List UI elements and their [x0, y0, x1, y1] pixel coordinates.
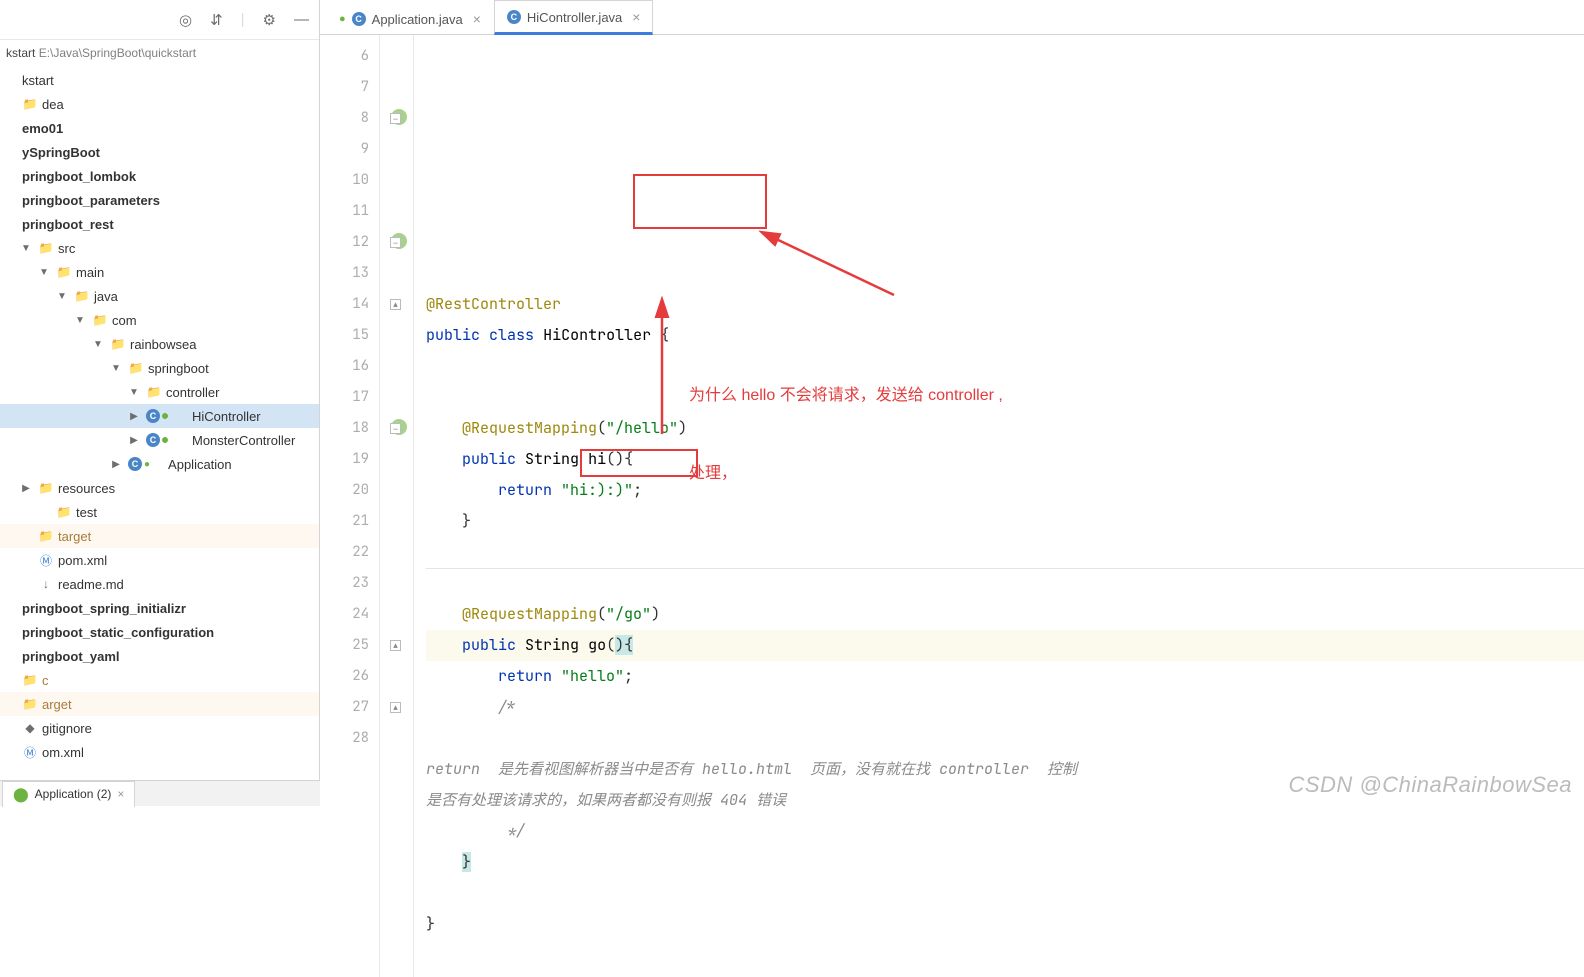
expand-all-icon[interactable]: ⇵: [210, 11, 223, 29]
hide-icon[interactable]: —: [294, 11, 309, 28]
tree-item-readme-md[interactable]: ↓readme.md: [0, 572, 319, 596]
editor-tabs: ●CApplication.java×CHiController.java×: [320, 0, 1584, 35]
gutter-icons: − − ▴ − ▴ ▴: [380, 35, 414, 977]
tree-item-springboot[interactable]: ▼📁springboot: [0, 356, 319, 380]
gear-icon[interactable]: ⚙: [263, 11, 276, 29]
divider: |: [241, 11, 245, 28]
tree-item-java[interactable]: ▼📁java: [0, 284, 319, 308]
spring-leaf-icon: ⬤: [13, 786, 29, 803]
redbox-hello-string: [633, 174, 767, 229]
tree-item-monstercontroller[interactable]: ▶CMonsterController: [0, 428, 319, 452]
tab-application-java[interactable]: ●CApplication.java×: [326, 2, 494, 34]
tree-item-pringboot-static-configuration[interactable]: pringboot_static_configuration: [0, 620, 319, 644]
tab-hicontroller-java[interactable]: CHiController.java×: [494, 0, 654, 35]
editor-area: ●CApplication.java×CHiController.java× 6…: [320, 0, 1584, 806]
tree-item-target[interactable]: 📁target: [0, 524, 319, 548]
code-line-17[interactable]: @RequestMapping("/go"): [426, 599, 1584, 630]
code-content[interactable]: 为什么 hello 不会将请求，发送给 controller , 处理， @Re…: [414, 35, 1584, 977]
code-line-11[interactable]: @RequestMapping("/hello"): [426, 413, 1584, 444]
tree-item-om-xml[interactable]: Ⓜom.xml: [0, 740, 319, 764]
code-line-7[interactable]: @RestController: [426, 289, 1584, 320]
tree-item-c[interactable]: 📁c: [0, 668, 319, 692]
code-line-18[interactable]: public String go(){: [426, 630, 1584, 661]
sidebar-toolbar: ◎ ⇵ | ⚙ —: [0, 0, 319, 40]
code-line-16[interactable]: [426, 568, 1584, 599]
code-line-23[interactable]: 是否有处理该请求的，如果两者都没有则报 404 错误: [426, 785, 1584, 816]
bottom-tab-application[interactable]: ⬤ Application (2) ×: [2, 781, 135, 807]
code-line-20[interactable]: /*: [426, 692, 1584, 723]
tree-item-emo01[interactable]: emo01: [0, 116, 319, 140]
code-line-27[interactable]: }: [426, 909, 1584, 940]
code-line-15[interactable]: [426, 537, 1584, 568]
tree-item-kstart[interactable]: kstart: [0, 68, 319, 92]
code-line-19[interactable]: return "hello";: [426, 661, 1584, 692]
fold-icon[interactable]: −: [390, 113, 401, 124]
tree-item-test[interactable]: 📁test: [0, 500, 319, 524]
tree-item-application[interactable]: ▶C●Application: [0, 452, 319, 476]
tree-item-pringboot-yaml[interactable]: pringboot_yaml: [0, 644, 319, 668]
project-tree[interactable]: kstart📁deaemo01ySpringBootpringboot_lomb…: [0, 66, 319, 806]
tree-item-main[interactable]: ▼📁main: [0, 260, 319, 284]
code-line-13[interactable]: return "hi:):)";: [426, 475, 1584, 506]
tree-item-src[interactable]: ▼📁src: [0, 236, 319, 260]
fold-icon[interactable]: ▴: [390, 702, 401, 713]
code-line-21[interactable]: [426, 723, 1584, 754]
tree-item-arget[interactable]: 📁arget: [0, 692, 319, 716]
close-icon[interactable]: ×: [632, 9, 640, 25]
fold-icon[interactable]: −: [390, 237, 401, 248]
code-line-26[interactable]: [426, 878, 1584, 909]
fold-icon[interactable]: ▴: [390, 299, 401, 310]
tree-item-pringboot-lombok[interactable]: pringboot_lombok: [0, 164, 319, 188]
tree-item-pringboot-spring-initializr[interactable]: pringboot_spring_initializr: [0, 596, 319, 620]
tree-item-controller[interactable]: ▼📁controller: [0, 380, 319, 404]
tree-item-pringboot-rest[interactable]: pringboot_rest: [0, 212, 319, 236]
gutter-linenumbers: 6789101112131415161718192021222324252627…: [320, 35, 380, 977]
tree-item-gitignore[interactable]: ◆gitignore: [0, 716, 319, 740]
tree-item-resources[interactable]: ▶📁resources: [0, 476, 319, 500]
close-icon[interactable]: ×: [117, 787, 124, 801]
code-line-6[interactable]: [426, 258, 1584, 289]
code-line-24[interactable]: */: [426, 816, 1584, 847]
code-line-25[interactable]: }: [426, 847, 1584, 878]
tree-item-hicontroller[interactable]: ▶CHiController: [0, 404, 319, 428]
tree-item-pringboot-parameters[interactable]: pringboot_parameters: [0, 188, 319, 212]
bottom-tab-label: Application (2): [35, 787, 112, 801]
close-icon[interactable]: ×: [473, 11, 481, 27]
tree-item-pom-xml[interactable]: Ⓜpom.xml: [0, 548, 319, 572]
code-area: 6789101112131415161718192021222324252627…: [320, 35, 1584, 977]
project-path: kstart E:\Java\SpringBoot\quickstart: [0, 40, 319, 66]
fold-icon[interactable]: ▴: [390, 640, 401, 651]
select-opened-file-icon[interactable]: ◎: [179, 11, 192, 29]
code-line-14[interactable]: }: [426, 506, 1584, 537]
project-sidebar: ◎ ⇵ | ⚙ — kstart E:\Java\SpringBoot\quic…: [0, 0, 320, 806]
bottom-bar: ⬤ Application (2) ×: [0, 780, 320, 806]
code-line-28[interactable]: [426, 940, 1584, 971]
code-line-8[interactable]: public class HiController {: [426, 320, 1584, 351]
code-line-9[interactable]: [426, 351, 1584, 382]
tree-item-rainbowsea[interactable]: ▼📁rainbowsea: [0, 332, 319, 356]
code-line-10[interactable]: [426, 382, 1584, 413]
code-line-22[interactable]: return 是先看视图解析器当中是否有 hello.html 页面，没有就在找…: [426, 754, 1584, 785]
fold-icon[interactable]: −: [390, 423, 401, 434]
tree-item-com[interactable]: ▼📁com: [0, 308, 319, 332]
tree-item-dea[interactable]: 📁dea: [0, 92, 319, 116]
tree-item-yspringboot[interactable]: ySpringBoot: [0, 140, 319, 164]
code-line-12[interactable]: public String hi(){: [426, 444, 1584, 475]
